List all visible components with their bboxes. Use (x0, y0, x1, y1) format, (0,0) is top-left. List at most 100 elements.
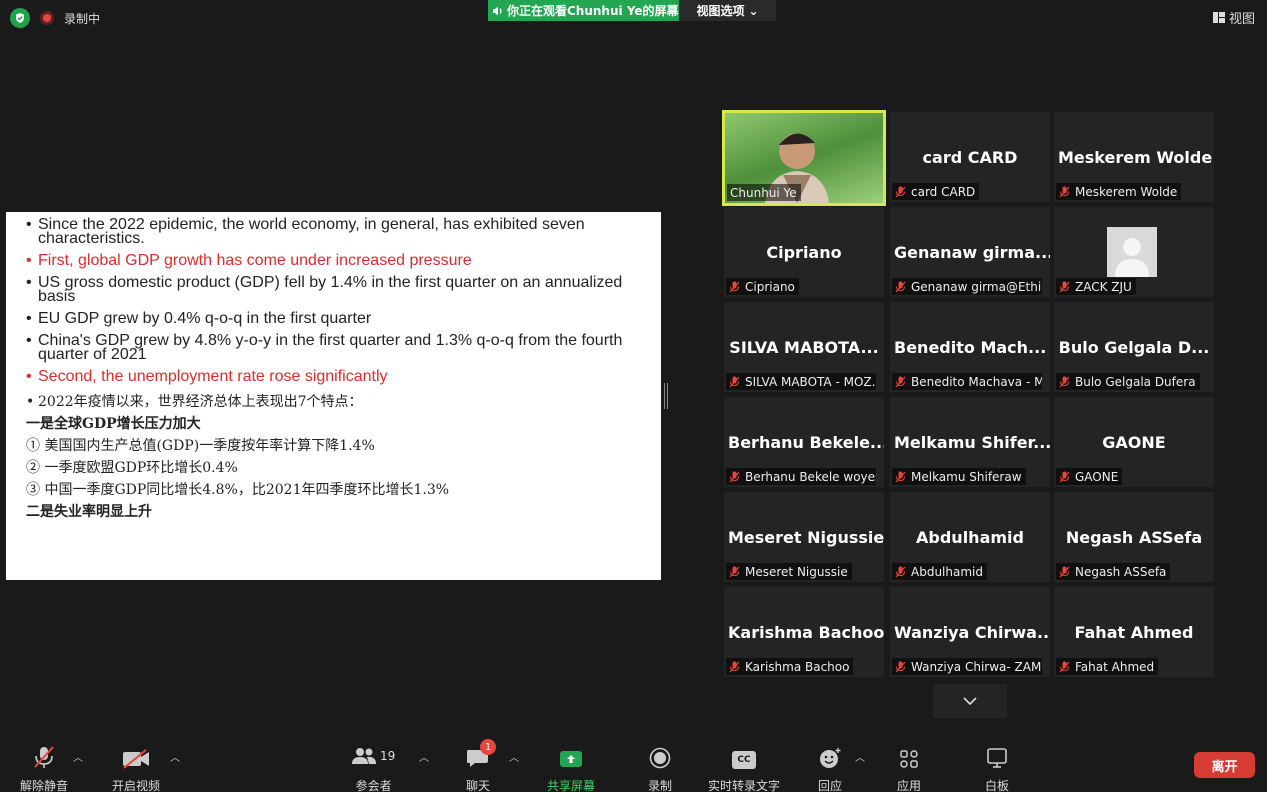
whiteboard-icon (987, 748, 1007, 768)
participant-tile[interactable]: Genanaw girma... Genanaw girma@Ethi... (890, 207, 1050, 297)
participant-name: Chunhui Ye (730, 185, 797, 200)
participant-display-name: Berhanu Bekele... (728, 433, 884, 452)
muted-mic-icon (895, 471, 911, 483)
reactions-options-caret[interactable]: ︿ (855, 749, 865, 764)
participant-tile[interactable]: Melkamu Shifer... Melkamu Shiferaw (890, 397, 1050, 487)
participant-name: Fahat Ahmed (1075, 659, 1155, 674)
slide-cn-item-2: ② 一季度欧盟GDP环比增长0.4% (26, 460, 238, 476)
participant-tile[interactable]: Meseret Nigussie Meseret Nigussie (724, 492, 884, 582)
participant-tile[interactable]: Chunhui Ye (722, 110, 886, 206)
participant-name-tag: Negash ASSefa (1056, 563, 1171, 580)
view-button[interactable]: 视图 (1212, 8, 1255, 27)
live-transcript-label: 实时转录文字 (708, 779, 781, 792)
participants-icon (352, 748, 376, 764)
participant-name: Meseret Nigussie (745, 564, 848, 579)
apps-button[interactable]: 应用 (897, 743, 921, 792)
participant-tile[interactable]: ZACK ZJU (1054, 207, 1214, 297)
reactions-button[interactable]: 回应 (818, 743, 842, 792)
view-options-label: 视图选项 (696, 4, 745, 18)
participant-name-tag: Meseret Nigussie (726, 563, 852, 580)
participant-name: Berhanu Bekele woyes... (745, 469, 876, 484)
participant-display-name: Fahat Ahmed (1074, 623, 1194, 642)
video-options-caret[interactable]: ︿ (170, 749, 180, 764)
live-transcript-button[interactable]: CC 实时转录文字 (708, 743, 780, 792)
participant-name: Benedito Machava - M... (911, 374, 1042, 389)
participant-name-tag: SILVA MABOTA - MOZ... (726, 373, 876, 390)
muted-mic-icon (895, 566, 911, 578)
participant-tile[interactable]: GAONE GAONE (1054, 397, 1214, 487)
participant-tile[interactable]: Berhanu Bekele... Berhanu Bekele woyes... (724, 397, 884, 487)
slide-cn-heading-1: 一是全球GDP增长压力加大 (26, 416, 201, 432)
participant-tile[interactable]: Meskerem Wolde Meskerem Wolde (1054, 112, 1214, 202)
participants-label: 参会者 (355, 779, 392, 792)
participant-name: Genanaw girma@Ethi... (911, 279, 1042, 294)
participant-display-name: Abdulhamid (916, 528, 1024, 547)
participant-display-name: Benedito Mach... (894, 338, 1047, 357)
view-button-label: 视图 (1228, 12, 1255, 27)
participant-name: Wanziya Chirwa- ZAM... (911, 659, 1042, 674)
muted-mic-icon (729, 281, 745, 293)
participants-options-caret[interactable]: ︿ (419, 749, 429, 764)
chevron-down-icon: ⌄ (748, 3, 759, 18)
gallery-next-page-button[interactable] (933, 684, 1007, 718)
meeting-status: 录制中 (10, 8, 100, 28)
participant-tile[interactable]: Negash ASSefa Negash ASSefa (1054, 492, 1214, 582)
share-screen-button[interactable]: 共享屏幕 (547, 743, 595, 792)
participant-name-tag: Benedito Machava - M... (892, 373, 1042, 390)
participant-name: Melkamu Shiferaw (911, 469, 1022, 484)
participant-name-tag: card CARD (892, 183, 980, 200)
chat-unread-badge: 1 (480, 739, 496, 755)
participant-tile[interactable]: Cipriano Cipriano (724, 207, 884, 297)
participant-name: SILVA MABOTA - MOZ... (745, 374, 876, 389)
muted-mic-icon (895, 186, 911, 198)
split-view-divider-handle[interactable] (664, 383, 668, 409)
participant-tile[interactable]: Fahat Ahmed Fahat Ahmed (1054, 587, 1214, 677)
participant-name: card CARD (911, 184, 976, 199)
muted-mic-icon (895, 376, 911, 388)
whiteboard-label: 白板 (985, 779, 1010, 792)
participant-name-tag: ZACK ZJU (1056, 278, 1136, 295)
whiteboard-button[interactable]: 白板 (985, 743, 1009, 792)
participant-tile[interactable]: Abdulhamid Abdulhamid (890, 492, 1050, 582)
chat-options-caret[interactable]: ︿ (509, 749, 519, 764)
muted-mic-icon (1059, 661, 1075, 673)
slide-bullet: Second, the unemployment rate rose signi… (26, 369, 641, 385)
security-shield-icon[interactable] (10, 8, 30, 28)
participant-name: ZACK ZJU (1075, 279, 1132, 294)
participant-name: Bulo Gelgala Dufera (1075, 374, 1196, 389)
recording-label: 录制中 (64, 11, 101, 26)
apps-label: 应用 (897, 779, 922, 792)
audio-options-caret[interactable]: ︿ (73, 749, 83, 764)
leave-meeting-button[interactable]: 离开 (1194, 752, 1255, 778)
recording-icon (40, 11, 54, 25)
participant-tile[interactable]: Benedito Mach... Benedito Machava - M... (890, 302, 1050, 392)
participant-display-name: Bulo Gelgala D... (1058, 338, 1210, 357)
view-options-button[interactable]: 视图选项 ⌄ (679, 0, 776, 21)
slide-cn-item-3: ③ 中国一季度GDP同比增长4.8%，比2021年四季度环比增长1.3% (26, 482, 450, 498)
muted-mic-icon (895, 661, 911, 673)
muted-mic-icon (729, 376, 745, 388)
smiley-icon (820, 748, 841, 768)
participant-name-tag: Melkamu Shiferaw (892, 468, 1026, 485)
apps-icon (900, 750, 918, 768)
participant-display-name: Meskerem Wolde (1058, 148, 1213, 167)
share-screen-label: 共享屏幕 (547, 779, 596, 792)
muted-mic-icon (729, 471, 745, 483)
chat-button[interactable]: 1 聊天 (466, 739, 496, 792)
participant-name: Karishma Bachoo (745, 659, 850, 674)
participant-tile[interactable]: Wanziya Chirwa... Wanziya Chirwa- ZAM... (890, 587, 1050, 677)
participants-button[interactable]: 19 参会者 (352, 743, 395, 792)
record-button[interactable]: 录制 (648, 743, 672, 792)
participant-tile[interactable]: card CARD card CARD (890, 112, 1050, 202)
participant-tile[interactable]: Bulo Gelgala D... Bulo Gelgala Dufera (1054, 302, 1214, 392)
participant-tile[interactable]: Karishma Bachoo Karishma Bachoo (724, 587, 884, 677)
start-video-button[interactable]: 开启视频 (112, 743, 160, 792)
participant-name-tag: Berhanu Bekele woyes... (726, 468, 876, 485)
participant-display-name: GAONE (1102, 433, 1166, 452)
participant-tile[interactable]: SILVA MABOTA... SILVA MABOTA - MOZ... (724, 302, 884, 392)
unmute-button[interactable]: 解除静音 (20, 743, 68, 792)
slide-bullet: Since the 2022 epidemic, the world econo… (26, 217, 641, 247)
muted-mic-icon (1059, 471, 1075, 483)
slide-chinese-section: 2022年疫情以来，世界经济总体上表现出7个特点： (26, 392, 641, 412)
participant-name-tag: Fahat Ahmed (1056, 658, 1159, 675)
